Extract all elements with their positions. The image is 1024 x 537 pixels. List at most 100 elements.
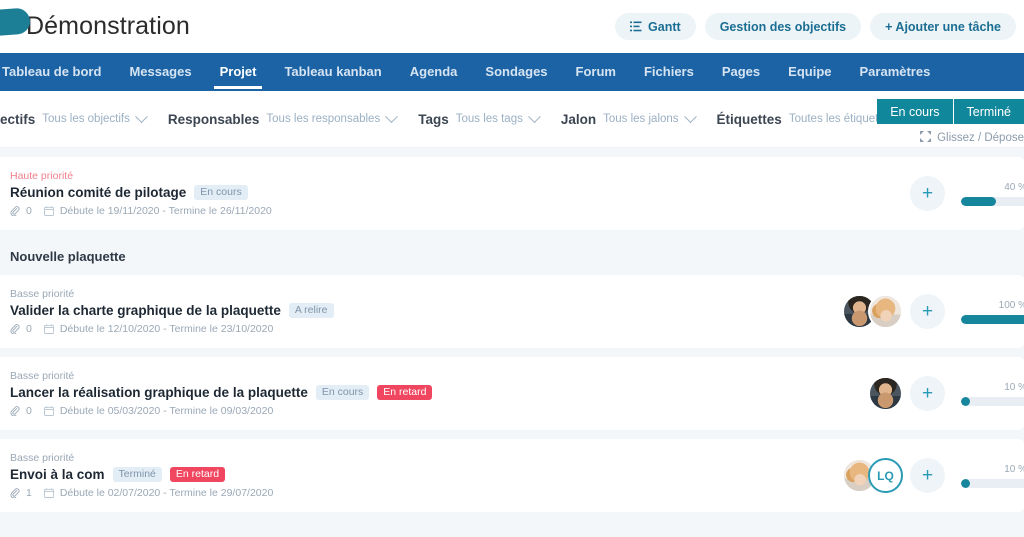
task-actions: +100 % (842, 275, 1024, 348)
gantt-button[interactable]: Gantt (615, 13, 696, 40)
filter-value[interactable]: Tous les jalons (603, 113, 678, 125)
paperclip-icon (10, 206, 20, 217)
task-progress: 100 % (961, 300, 1024, 324)
filter-group-2: Tags Tous les tags (418, 109, 541, 127)
chevron-down-icon[interactable] (683, 109, 697, 123)
nav-item-label: Forum (575, 63, 616, 79)
gantt-list-icon (630, 21, 642, 32)
nav-item-label: Equipe (788, 63, 832, 79)
nav-item-label: Paramètres (859, 63, 931, 79)
nav-item-tableau-de-bord[interactable]: Tableau de bord (0, 53, 115, 89)
task-priority: Basse priorité (10, 369, 75, 382)
paperclip-icon (10, 488, 20, 499)
progress-track[interactable] (961, 314, 1024, 324)
nav-item-messages[interactable]: Messages (115, 53, 205, 89)
task-row[interactable]: Haute priorité Réunion comité de pilotage… (0, 157, 1024, 230)
add-assignee-button[interactable]: + (910, 458, 945, 493)
status-badge: A relire (288, 302, 334, 319)
paperclip-icon (10, 406, 20, 417)
chevron-down-icon[interactable] (527, 109, 541, 123)
filter-value[interactable]: Tous les objectifs (42, 113, 130, 125)
progress-track[interactable] (961, 478, 1024, 488)
avatar-initials-text: LQ (877, 468, 894, 483)
avatar-photo-male[interactable] (868, 376, 903, 411)
nav-item-label: Tableau de bord (2, 63, 102, 79)
filter-label: Jalon (560, 111, 597, 127)
add-task-button[interactable]: + Ajouter une tâche (870, 13, 1016, 40)
filter-label: ectifs (0, 111, 36, 127)
filter-label: Responsables (167, 111, 260, 127)
assignee-avatars (868, 376, 903, 411)
nav-item-tableau-kanban[interactable]: Tableau kanban (270, 53, 395, 89)
objectives-management-label: Gestion des objectifs (719, 19, 847, 34)
objectives-management-button[interactable]: Gestion des objectifs (704, 13, 862, 40)
paperclip-icon (10, 324, 20, 335)
avatar-photo-female[interactable] (868, 294, 903, 329)
chevron-down-icon[interactable] (134, 109, 148, 123)
task-meta: 1 Débute le 02/07/2020 - Termine le 29/07… (10, 487, 273, 499)
calendar-icon (43, 406, 54, 417)
calendar-icon (43, 488, 54, 499)
task-progress: 10 % (961, 464, 1024, 488)
task-row[interactable]: Basse priorité Envoi à la com Terminé En re… (0, 439, 1024, 512)
progress-label: 40 % (1004, 181, 1024, 193)
task-meta: 0 Débute le 05/03/2020 - Termine le 09/03… (10, 405, 432, 417)
nav-item-equipe[interactable]: Equipe (774, 53, 845, 89)
toggle-en-cours[interactable]: En cours (877, 99, 953, 124)
progress-label: 10 % (1004, 463, 1024, 475)
task-row[interactable]: Basse priorité Lancer la réalisation grap… (0, 357, 1024, 430)
status-badge: En cours (194, 184, 248, 201)
task-row[interactable]: Basse priorité Valider la charte graphiqu… (0, 275, 1024, 348)
status-toggle-group: En cours Terminé (877, 99, 1024, 124)
nav-item-fichiers[interactable]: Fichiers (630, 53, 708, 89)
task-priority: Basse priorité (10, 287, 75, 300)
filter-value[interactable]: Tous les tags (456, 113, 523, 125)
progress-fill (961, 314, 1024, 324)
nav-item-label: Tableau kanban (284, 63, 382, 79)
nav-item-projet[interactable]: Projet (206, 53, 271, 89)
nav-item-label: Sondages (485, 63, 548, 79)
task-title[interactable]: Lancer la réalisation graphique de la pl… (10, 385, 308, 400)
filter-group-0: ectifs Tous les objectifs (0, 109, 148, 127)
task-title[interactable]: Réunion comité de pilotage (10, 185, 186, 200)
toggle-termine[interactable]: Terminé (952, 99, 1024, 124)
attachment-count: 0 (26, 323, 32, 336)
add-assignee-button[interactable]: + (910, 294, 945, 329)
task-info: Basse priorité Envoi à la com Terminé En re… (0, 452, 273, 500)
task-title[interactable]: Valider la charte graphique de la plaque… (10, 303, 281, 318)
add-assignee-button[interactable]: + (910, 176, 945, 211)
move-arrows-icon (920, 131, 932, 145)
nav-item-forum[interactable]: Forum (562, 53, 630, 89)
filter-label: Tags (418, 111, 449, 127)
task-title-row: Envoi à la com Terminé En retard (10, 466, 273, 483)
calendar-icon (43, 324, 54, 335)
filter-group-1: Responsables Tous les responsables (167, 109, 399, 127)
gantt-button-label: Gantt (648, 19, 681, 34)
drag-drop-hint: Glissez / Dépose (920, 131, 1024, 145)
nav-item-label: Agenda (409, 63, 458, 79)
attachment-count: 0 (26, 205, 32, 218)
leaf-logo-icon (0, 7, 31, 39)
nav-item-param-tres[interactable]: Paramètres (846, 53, 945, 89)
progress-track[interactable] (961, 396, 1024, 406)
avatar-initials[interactable]: LQ (868, 458, 903, 493)
progress-track[interactable] (961, 196, 1024, 206)
filter-value[interactable]: Tous les responsables (266, 113, 380, 125)
chevron-down-icon[interactable] (385, 109, 399, 123)
task-title[interactable]: Envoi à la com (10, 467, 105, 482)
task-dates: Débute le 05/03/2020 - Termine le 09/03/… (59, 405, 274, 418)
header-actions: Gantt Gestion des objectifs + Ajouter un… (615, 0, 1016, 53)
assignee-avatars (842, 294, 903, 329)
section-header: Nouvelle plaquette (0, 239, 1024, 275)
task-meta: 0 Débute le 12/10/2020 - Termine le 23/10… (10, 323, 334, 335)
add-assignee-button[interactable]: + (910, 376, 945, 411)
task-title-row: Lancer la réalisation graphique de la pl… (10, 384, 433, 401)
task-title-row: Réunion comité de pilotage En cours (10, 184, 272, 201)
task-info: Basse priorité Lancer la réalisation grap… (0, 369, 433, 417)
task-dates: Débute le 02/07/2020 - Termine le 29/07/… (59, 487, 274, 500)
filter-label: Étiquettes (716, 111, 782, 127)
assignee-avatars: LQ (842, 458, 903, 493)
nav-item-pages[interactable]: Pages (708, 53, 774, 89)
nav-item-agenda[interactable]: Agenda (396, 53, 472, 89)
nav-item-sondages[interactable]: Sondages (471, 53, 561, 89)
